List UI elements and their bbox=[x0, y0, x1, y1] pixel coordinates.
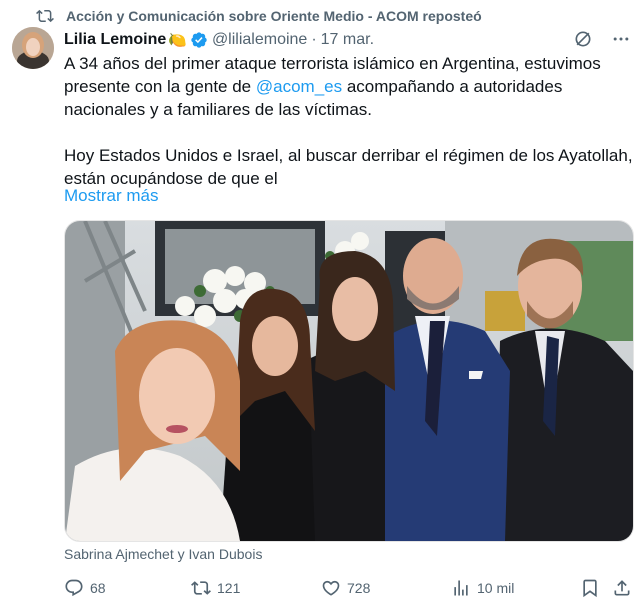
grok-icon[interactable] bbox=[573, 29, 593, 49]
repost-indicator[interactable]: Acción y Comunicación sobre Oriente Medi… bbox=[36, 6, 482, 26]
tweet-photo[interactable] bbox=[64, 220, 634, 542]
author-name[interactable]: Lilia Lemoine bbox=[64, 31, 166, 49]
show-more-link[interactable]: Mostrar más bbox=[64, 186, 158, 206]
tweet-header: Lilia Lemoine 🍋 @lilialemoine · 17 mar. bbox=[64, 29, 631, 51]
like-button[interactable]: 728 bbox=[321, 578, 370, 598]
tagged-people[interactable]: Sabrina Ajmechet y Ivan Dubois bbox=[64, 546, 262, 562]
lemon-emoji: 🍋 bbox=[168, 32, 187, 49]
more-options-icon[interactable] bbox=[611, 29, 631, 49]
avatar[interactable] bbox=[12, 27, 54, 69]
views-button[interactable]: 10 mil bbox=[451, 578, 514, 598]
avatar-image bbox=[12, 27, 54, 69]
views-count: 10 mil bbox=[477, 580, 515, 596]
share-button[interactable] bbox=[612, 578, 638, 598]
verified-badge-icon[interactable] bbox=[190, 31, 208, 49]
reply-button[interactable]: 68 bbox=[64, 578, 106, 598]
mention-link[interactable]: @acom_es bbox=[256, 77, 342, 96]
author-handle[interactable]: @lilialemoine bbox=[212, 31, 307, 49]
repost-text: Acción y Comunicación sobre Oriente Medi… bbox=[66, 8, 482, 24]
tweet-text: A 34 años del primer ataque terrorista i… bbox=[64, 52, 636, 190]
reply-icon bbox=[65, 579, 83, 597]
group-photo-image bbox=[65, 221, 633, 541]
tweet-line: presente con la gente de @acom_es acompa… bbox=[64, 75, 636, 98]
repost-icon bbox=[191, 581, 211, 595]
bookmark-icon bbox=[583, 579, 597, 598]
reply-count: 68 bbox=[90, 580, 106, 596]
views-chart-icon bbox=[454, 580, 468, 596]
like-count: 728 bbox=[347, 580, 371, 596]
repost-icon bbox=[36, 9, 54, 23]
heart-icon bbox=[322, 580, 340, 596]
tweet-text-segment: acompañando a autoridades bbox=[342, 77, 563, 96]
repost-button[interactable]: 121 bbox=[191, 578, 240, 598]
tweet-line: nacionales y a familiares de las víctima… bbox=[64, 100, 373, 119]
bookmark-button[interactable] bbox=[580, 578, 606, 598]
tweet-text-segment: presente con la gente de bbox=[64, 77, 256, 96]
post-date[interactable]: 17 mar. bbox=[321, 31, 374, 49]
action-bar: 68 121 728 10 mil bbox=[64, 578, 632, 600]
share-icon bbox=[614, 580, 630, 596]
repost-count: 121 bbox=[217, 580, 241, 596]
tweet-line: A 34 años del primer ataque terrorista i… bbox=[64, 54, 601, 73]
separator-dot: · bbox=[311, 31, 317, 48]
tweet-line: Hoy Estados Unidos e Israel, al buscar d… bbox=[64, 146, 633, 165]
